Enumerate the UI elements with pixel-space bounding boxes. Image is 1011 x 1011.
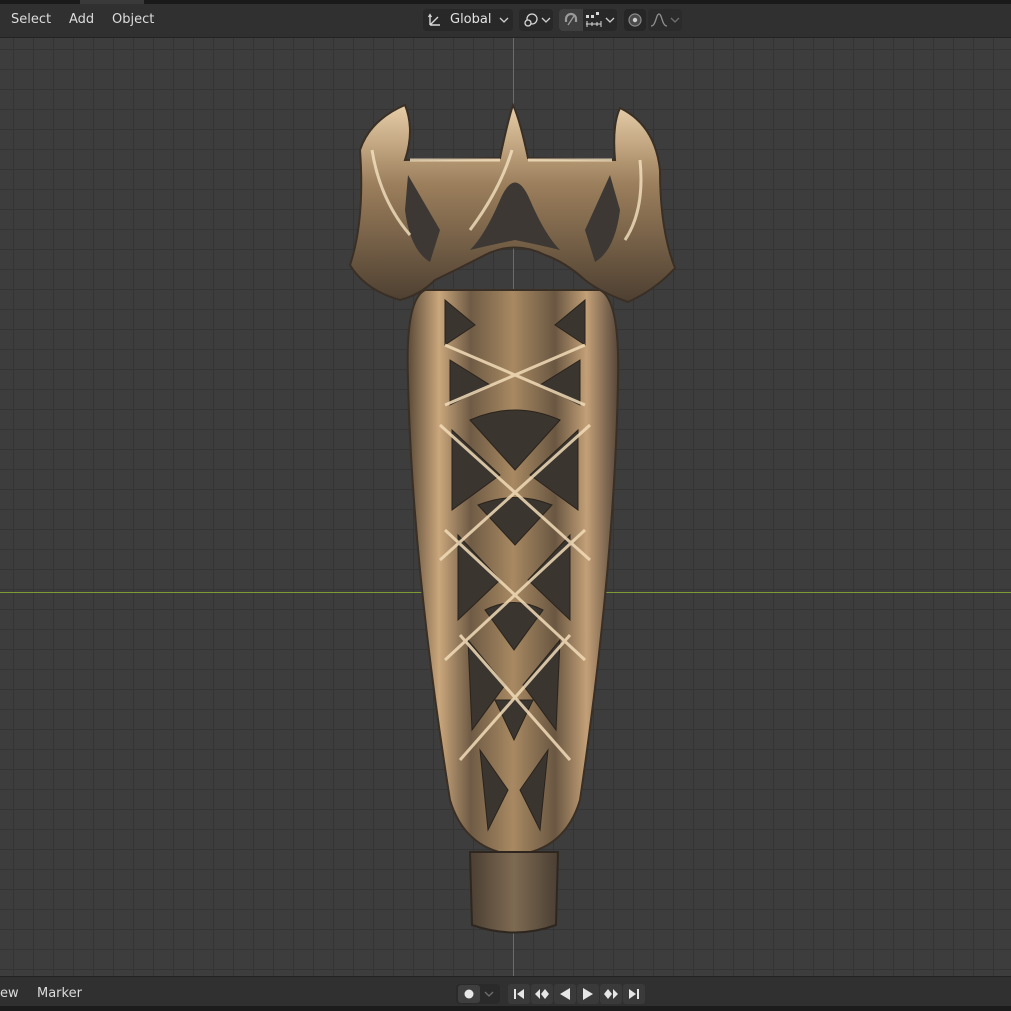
jump-start-button[interactable] <box>508 984 530 1004</box>
play-reverse-icon <box>560 988 570 1000</box>
wrench-model[interactable] <box>0 0 1011 1011</box>
play-reverse-button[interactable] <box>554 984 576 1004</box>
next-keyframe-icon <box>604 989 618 999</box>
play-button[interactable] <box>577 984 599 1004</box>
jump-end-icon <box>629 989 639 999</box>
jump-start-icon <box>514 989 524 999</box>
wrench-end-cap <box>468 851 560 934</box>
timeline-header: ew Marker <box>0 976 1011 1011</box>
timeline-footer-strip <box>0 1006 1011 1011</box>
view-menu[interactable]: ew <box>0 986 19 1001</box>
next-keyframe-button[interactable] <box>600 984 622 1004</box>
record-button[interactable] <box>458 985 480 1003</box>
jump-end-button[interactable] <box>623 984 645 1004</box>
prev-keyframe-button[interactable] <box>531 984 553 1004</box>
record-keyframe-icon <box>464 989 474 999</box>
prev-keyframe-icon <box>535 989 549 999</box>
auto-keying-group <box>456 984 500 1004</box>
chevron-down-icon[interactable] <box>484 990 494 998</box>
marker-menu[interactable]: Marker <box>37 986 82 1001</box>
play-icon <box>583 988 593 1000</box>
